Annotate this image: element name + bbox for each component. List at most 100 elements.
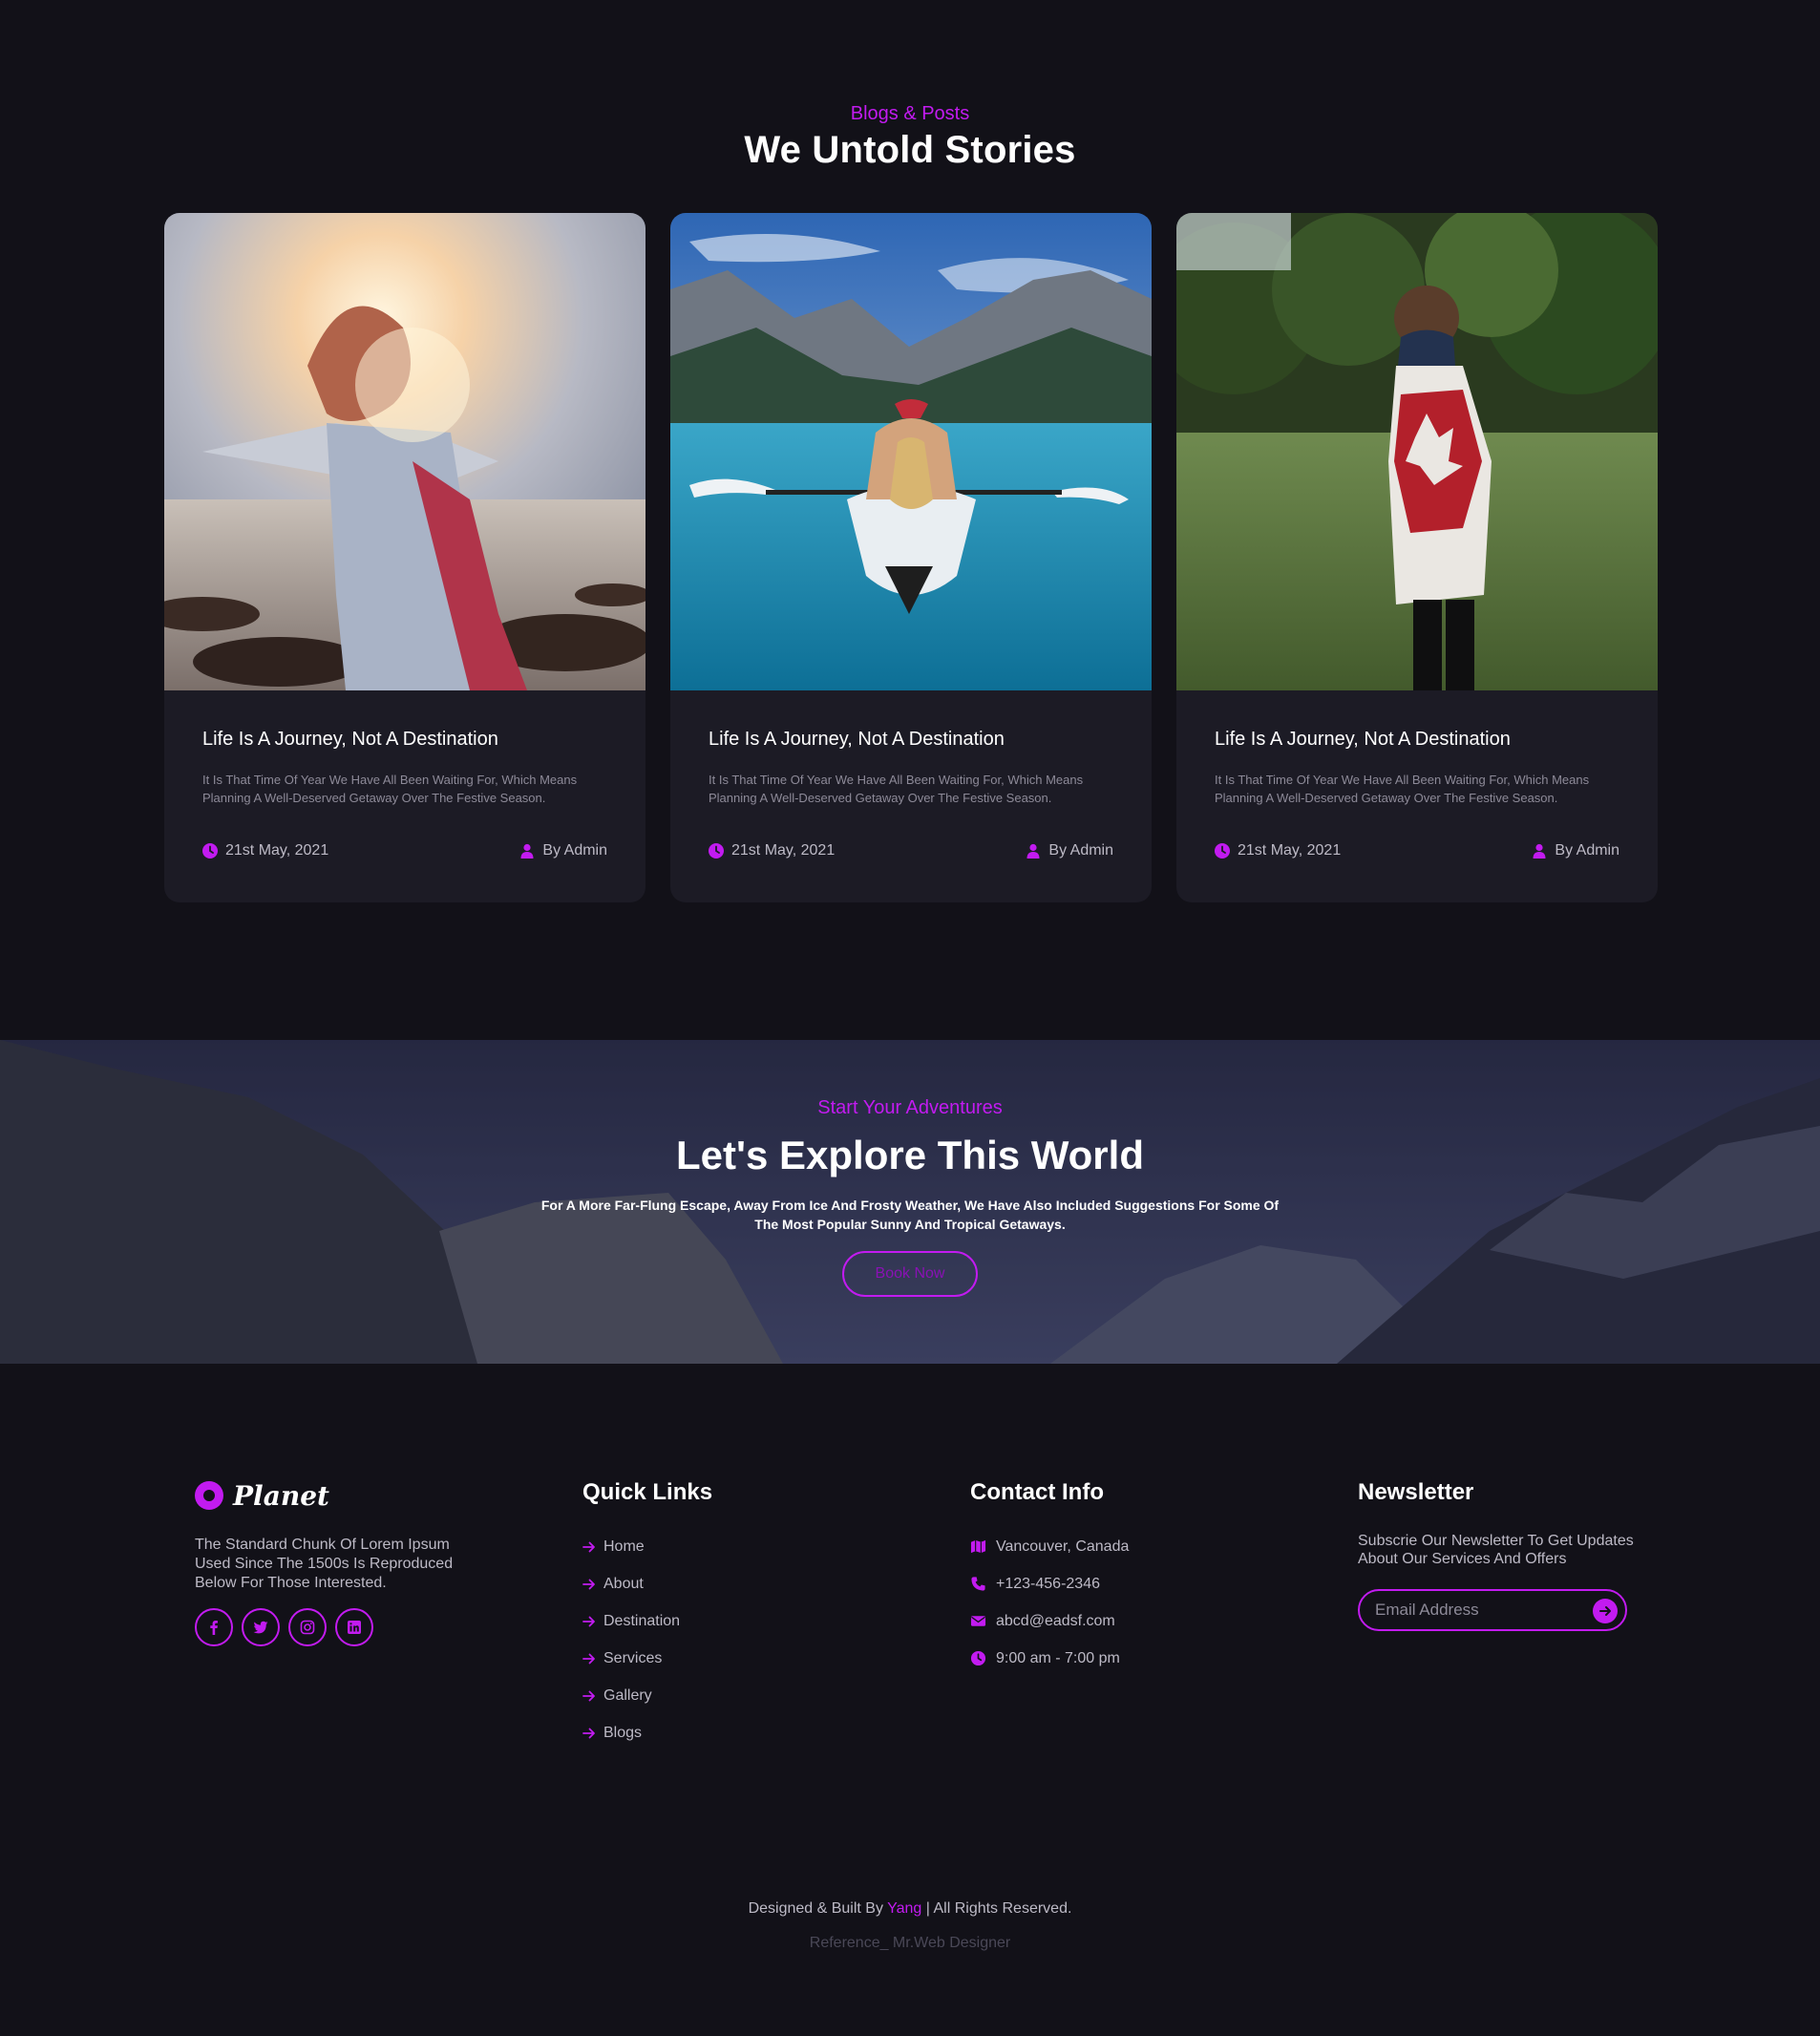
copyright: Designed & Built By Yang | All Rights Re… bbox=[0, 1900, 1820, 1918]
banner-content: Start Your Adventures Let's Explore This… bbox=[0, 1097, 1820, 1297]
post-date-text: 21st May, 2021 bbox=[1238, 842, 1342, 859]
logo-text: Planet bbox=[233, 1479, 329, 1512]
post-date: 21st May, 2021 bbox=[709, 842, 835, 859]
footer-newsletter: Newsletter Subscrie Our Newsletter To Ge… bbox=[1358, 1476, 1644, 1631]
contact-address-text: Vancouver, Canada bbox=[996, 1538, 1130, 1555]
quick-links-list: Home About Destination Services Gallery … bbox=[582, 1528, 869, 1751]
blog-card[interactable]: Life Is A Journey, Not A Destination It … bbox=[164, 213, 645, 902]
contact-title: Contact Info bbox=[970, 1479, 1104, 1505]
contact-phone[interactable]: +123-456-2346 bbox=[970, 1565, 1276, 1602]
banner-text: For A More Far-Flung Escape, Away From I… bbox=[540, 1198, 1280, 1232]
twitter-icon bbox=[253, 1621, 268, 1634]
clock-icon bbox=[1215, 843, 1230, 859]
post-author[interactable]: By Admin bbox=[1532, 842, 1619, 859]
quick-links-title: Quick Links bbox=[582, 1479, 713, 1505]
kayak-lake-photo bbox=[670, 213, 1152, 690]
copyright-suffix: | All Rights Reserved. bbox=[921, 1900, 1072, 1917]
phone-icon bbox=[971, 1577, 985, 1591]
blog-card-meta: 21st May, 2021 By Admin bbox=[1215, 842, 1619, 859]
arrow-right-icon bbox=[582, 1579, 595, 1589]
quick-link-label[interactable]: Home bbox=[603, 1538, 645, 1556]
banner-eyebrow: Start Your Adventures bbox=[817, 1097, 1003, 1118]
map-icon bbox=[970, 1539, 986, 1554]
subscribe-button[interactable] bbox=[1593, 1599, 1618, 1623]
blogs-header: Blogs & Posts We Untold Stories bbox=[0, 103, 1820, 172]
copyright-prefix: Designed & Built By bbox=[748, 1900, 888, 1917]
page: Blogs & Posts We Untold Stories Life Is … bbox=[0, 0, 1820, 2036]
copyright-author-link[interactable]: Yang bbox=[887, 1900, 921, 1917]
quick-link-destination[interactable]: Destination bbox=[582, 1602, 869, 1640]
quick-link-blogs[interactable]: Blogs bbox=[582, 1714, 869, 1751]
blog-card-excerpt: It Is That Time Of Year We Have All Been… bbox=[709, 773, 1084, 805]
newsletter-form bbox=[1358, 1589, 1627, 1631]
envelope-icon bbox=[970, 1616, 986, 1626]
post-author[interactable]: By Admin bbox=[1026, 842, 1113, 859]
brand-about: The Standard Chunk Of Lorem Ipsum Used S… bbox=[195, 1537, 454, 1591]
quick-link-label[interactable]: Destination bbox=[603, 1613, 680, 1630]
post-date-text: 21st May, 2021 bbox=[731, 842, 836, 859]
blog-card-image[interactable] bbox=[164, 213, 645, 690]
user-icon bbox=[1026, 843, 1040, 859]
quick-link-about[interactable]: About bbox=[582, 1565, 869, 1602]
arrow-right-icon bbox=[582, 1616, 595, 1626]
user-icon bbox=[1533, 843, 1546, 859]
contact-list: Vancouver, Canada +123-456-2346 abcd@ead… bbox=[970, 1528, 1276, 1677]
contact-hours: 9:00 am - 7:00 pm bbox=[970, 1640, 1276, 1677]
facebook-link[interactable] bbox=[195, 1608, 233, 1646]
blog-card-excerpt: It Is That Time Of Year We Have All Been… bbox=[1215, 773, 1590, 805]
reference-credit: Reference_ Mr.Web Designer bbox=[809, 1935, 1011, 1951]
arrow-right-icon bbox=[1599, 1606, 1611, 1616]
twitter-link[interactable] bbox=[242, 1608, 280, 1646]
blog-card[interactable]: Life Is A Journey, Not A Destination It … bbox=[1176, 213, 1658, 902]
footer-brand: Planet The Standard Chunk Of Lorem Ipsum… bbox=[195, 1476, 481, 1646]
book-now-button[interactable]: Book Now bbox=[842, 1251, 978, 1297]
arrow-right-icon bbox=[582, 1541, 595, 1552]
woman-sunset-photo bbox=[164, 213, 645, 690]
contact-phone-text[interactable]: +123-456-2346 bbox=[996, 1576, 1100, 1593]
logo[interactable]: Planet bbox=[195, 1476, 481, 1515]
planet-logo-icon bbox=[195, 1481, 223, 1510]
email-input[interactable] bbox=[1375, 1599, 1585, 1622]
user-icon bbox=[520, 843, 534, 859]
blog-card-image[interactable] bbox=[670, 213, 1152, 690]
blog-card-meta: 21st May, 2021 By Admin bbox=[202, 842, 607, 859]
blog-card[interactable]: Life Is A Journey, Not A Destination It … bbox=[670, 213, 1152, 902]
explore-banner: Start Your Adventures Let's Explore This… bbox=[0, 1040, 1820, 1364]
blog-card-excerpt: It Is That Time Of Year We Have All Been… bbox=[202, 773, 578, 805]
facebook-icon bbox=[210, 1621, 218, 1635]
contact-email[interactable]: abcd@eadsf.com bbox=[970, 1602, 1276, 1640]
footer-contact: Contact Info Vancouver, Canada +123-456-… bbox=[970, 1476, 1276, 1677]
post-author[interactable]: By Admin bbox=[519, 842, 607, 859]
quick-link-gallery[interactable]: Gallery bbox=[582, 1677, 869, 1714]
post-author-text[interactable]: By Admin bbox=[1555, 842, 1619, 859]
blog-card-meta: 21st May, 2021 By Admin bbox=[709, 842, 1113, 859]
blogs-title: We Untold Stories bbox=[744, 129, 1076, 171]
post-date-text: 21st May, 2021 bbox=[225, 842, 329, 859]
blog-card-title[interactable]: Life Is A Journey, Not A Destination bbox=[709, 729, 1005, 751]
instagram-link[interactable] bbox=[288, 1608, 327, 1646]
quick-link-home[interactable]: Home bbox=[582, 1528, 869, 1565]
banner-title: Let's Explore This World bbox=[676, 1133, 1144, 1177]
canada-flag-photo bbox=[1176, 213, 1658, 690]
post-date: 21st May, 2021 bbox=[1215, 842, 1341, 859]
blog-card-image[interactable] bbox=[1176, 213, 1658, 690]
quick-link-services[interactable]: Services bbox=[582, 1640, 869, 1677]
contact-hours-text: 9:00 am - 7:00 pm bbox=[996, 1649, 1120, 1666]
quick-link-label[interactable]: Blogs bbox=[603, 1725, 642, 1742]
post-author-text[interactable]: By Admin bbox=[542, 842, 607, 859]
linkedin-link[interactable] bbox=[335, 1608, 373, 1646]
post-author-text[interactable]: By Admin bbox=[1048, 842, 1113, 859]
clock-icon bbox=[970, 1650, 986, 1666]
quick-link-label[interactable]: Gallery bbox=[603, 1687, 652, 1705]
blog-card-title[interactable]: Life Is A Journey, Not A Destination bbox=[1215, 729, 1511, 751]
blog-card-title[interactable]: Life Is A Journey, Not A Destination bbox=[202, 729, 498, 751]
newsletter-title: Newsletter bbox=[1358, 1479, 1474, 1505]
social-links bbox=[195, 1608, 481, 1646]
quick-link-label[interactable]: Services bbox=[603, 1650, 662, 1667]
quick-link-label[interactable]: About bbox=[603, 1576, 644, 1593]
instagram-icon bbox=[300, 1620, 315, 1635]
blog-cards: Life Is A Journey, Not A Destination It … bbox=[164, 213, 1658, 902]
clock-icon bbox=[709, 843, 724, 859]
contact-email-text[interactable]: abcd@eadsf.com bbox=[996, 1613, 1115, 1630]
arrow-right-icon bbox=[582, 1690, 595, 1701]
